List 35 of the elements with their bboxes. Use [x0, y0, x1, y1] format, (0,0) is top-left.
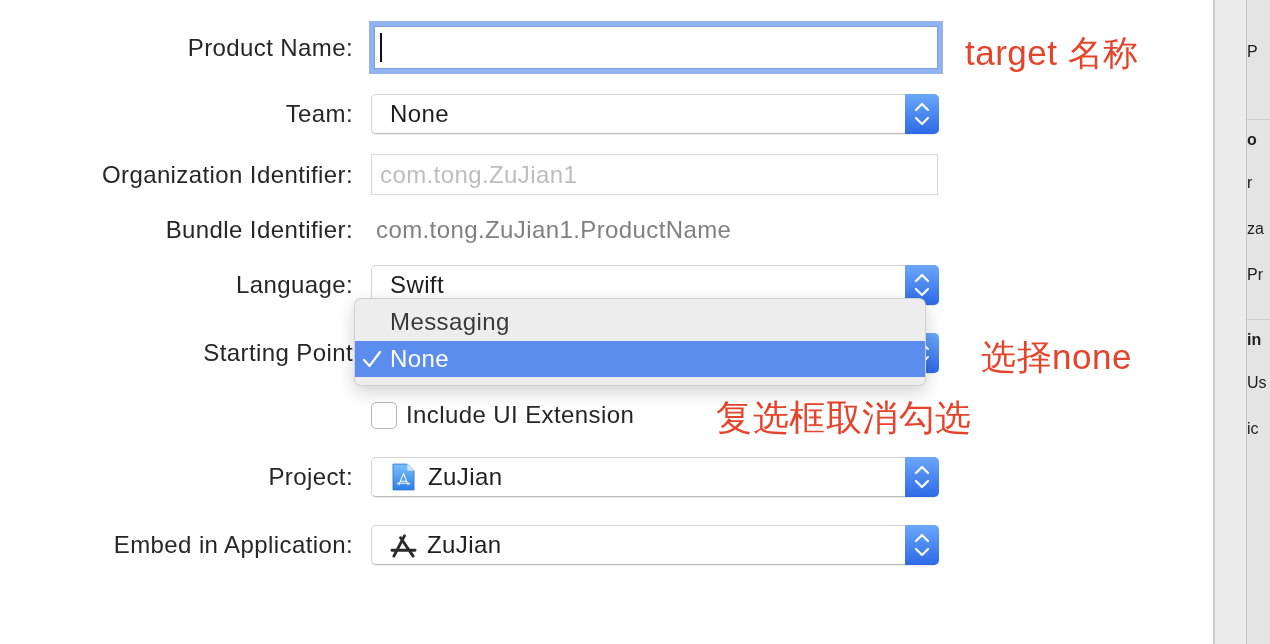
field-label: Starting Point — [202, 339, 353, 367]
a-shape-icon — [390, 532, 417, 558]
field-label: Product Name: — [186, 33, 353, 62]
document-icon — [392, 463, 415, 491]
list-item-text: za — [1247, 219, 1265, 239]
identifier-text: com.tong.ZuJian1.ProductName — [375, 215, 733, 245]
text-field[interactable] — [369, 21, 943, 74]
up-down-arrows-icon — [905, 94, 939, 134]
checkmark-icon — [362, 350, 382, 368]
list-item-text: Us — [1247, 373, 1268, 393]
list-item-text: P — [1247, 42, 1259, 62]
list-item-text: ic — [1247, 419, 1260, 439]
up-down-arrows-icon — [905, 525, 939, 565]
section-title: o — [1247, 130, 1258, 150]
menu-item[interactable]: Messaging — [355, 303, 925, 341]
list-item-text: Pr — [1247, 265, 1264, 285]
annotation-text: 选择none — [981, 337, 1132, 377]
field-label: Team: — [284, 100, 353, 128]
field-label: Organization Identifier: — [100, 160, 353, 189]
popup-button[interactable]: None — [371, 94, 939, 134]
popup-button[interactable]: ZuJian — [371, 525, 939, 565]
field-label: Embed in Application: — [112, 531, 353, 559]
field-label: Bundle Identifier: — [164, 216, 353, 244]
checkbox-label: Include UI Extension — [406, 401, 635, 429]
list-item-text: r — [1247, 173, 1254, 193]
up-down-arrows-icon — [905, 457, 939, 497]
section-title: in — [1247, 330, 1263, 350]
annotation-text: target 名称 — [965, 33, 1139, 73]
up-down-arrows-icon — [905, 265, 939, 305]
field-label: Project: — [267, 463, 353, 491]
field-label: Language: — [234, 271, 353, 299]
popup-button[interactable]: ZuJian — [371, 457, 939, 497]
annotation-text: 复选框取消勾选 — [716, 398, 972, 438]
text-cursor-icon — [380, 33, 382, 62]
checkbox[interactable] — [371, 401, 397, 429]
